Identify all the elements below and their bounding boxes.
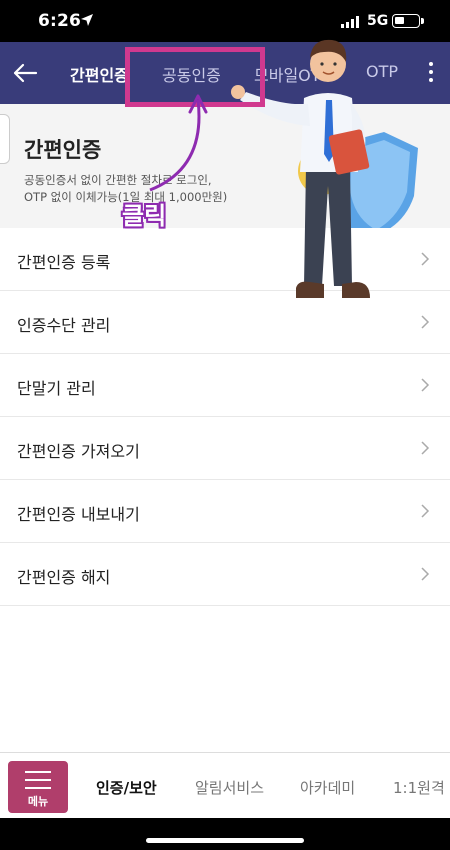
nav-tab-alert-service[interactable]: 알림서비스 (195, 777, 264, 798)
list-item-label: 인증수단 관리 (17, 316, 111, 335)
annotation-arrow-icon (149, 94, 208, 192)
list-item-label: 간편인증 등록 (17, 253, 111, 272)
home-indicator[interactable] (146, 838, 304, 843)
menu-button[interactable]: 메뉴 (8, 761, 68, 813)
nav-tab-auth-security[interactable]: 인증/보안 (96, 777, 157, 798)
nav-tab-remote[interactable]: 1:1원격 (393, 777, 445, 798)
list-item-label: 간편인증 해지 (17, 568, 111, 587)
list-item-devices[interactable]: 단말기 관리 (0, 354, 450, 417)
location-arrow-icon (81, 14, 93, 26)
list-item-label: 간편인증 가져오기 (17, 442, 140, 461)
hamburger-icon (25, 771, 51, 795)
chevron-right-icon (421, 252, 430, 266)
more-vertical-icon[interactable] (424, 60, 438, 88)
chevron-right-icon (421, 441, 430, 455)
menu-label: 메뉴 (27, 795, 49, 808)
network-type: 5G (367, 13, 389, 29)
list-item-cancel[interactable]: 간편인증 해지 (0, 543, 450, 606)
list-item-label: 단말기 관리 (17, 379, 96, 398)
list-item-label: 간편인증 내보내기 (17, 505, 140, 524)
signal-icon (341, 16, 359, 28)
chevron-right-icon (421, 315, 430, 329)
status-time: 6:26 (38, 11, 82, 31)
empty-area (0, 606, 450, 752)
chevron-right-icon (421, 567, 430, 581)
home-bar (0, 818, 450, 850)
side-handle[interactable] (0, 114, 10, 164)
click-annotation: 클릭 (122, 202, 167, 230)
battery-icon (392, 14, 424, 28)
list-item-export[interactable]: 간편인증 내보내기 (0, 480, 450, 543)
nav-tab-academy[interactable]: 아카데미 (300, 777, 355, 798)
hero-title: 간편인증 (24, 138, 102, 162)
chevron-right-icon (421, 504, 430, 518)
list-item-import[interactable]: 간편인증 가져오기 (0, 417, 450, 480)
chevron-right-icon (421, 378, 430, 392)
back-arrow-icon[interactable] (10, 58, 40, 88)
tab-simple-auth[interactable]: 간편인증 (70, 62, 129, 86)
bottom-nav: 메뉴 인증/보안 알림서비스 아카데미 1:1원격 (0, 752, 450, 818)
